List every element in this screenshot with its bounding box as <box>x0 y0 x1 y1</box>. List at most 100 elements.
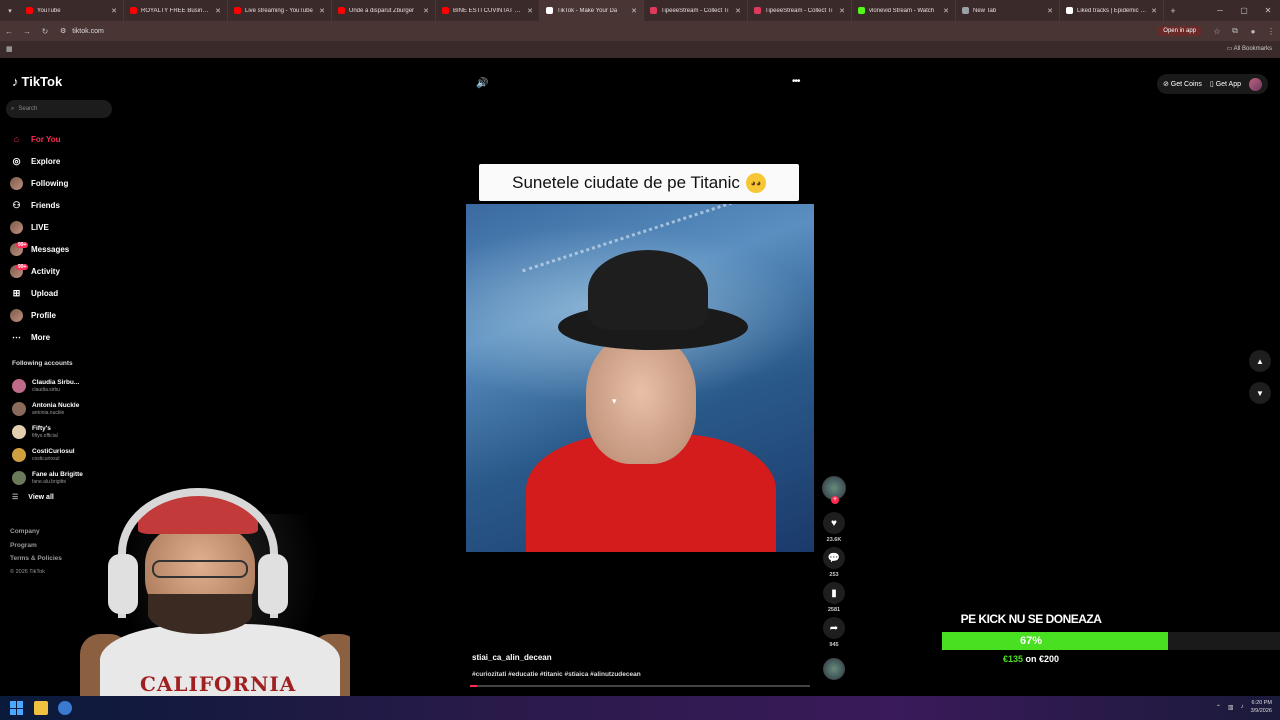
sidebar-item-label: Following <box>31 178 69 188</box>
browser-tab[interactable]: YouTube ✕ <box>20 0 124 21</box>
account-handle: claudia.sirbu <box>32 386 61 393</box>
tab-close-icon[interactable]: ✕ <box>1151 7 1157 15</box>
tab-close-icon[interactable]: ✕ <box>319 7 325 15</box>
user-avatar[interactable] <box>1249 77 1262 91</box>
open-in-app-button[interactable]: Open in app <box>1157 26 1202 36</box>
video-hashtags[interactable]: #curiozitati #educatie #titanic #stiaica… <box>472 671 641 678</box>
browser-menu-icon[interactable]: ⋮ <box>1262 27 1280 36</box>
sidebar-item-following[interactable]: Following <box>10 172 120 194</box>
browser-tab[interactable]: ROYALTY FREE Business M ✕ <box>124 0 228 21</box>
video-author[interactable]: stiai_ca_alin_decean <box>472 653 552 662</box>
tab-close-icon[interactable]: ✕ <box>111 7 117 15</box>
sidebar-item-activity[interactable]: 99+ Activity <box>10 260 120 282</box>
sidebar-item-for-you[interactable]: ⌂ For You <box>10 128 120 150</box>
sidebar-item-label: Messages <box>31 244 70 254</box>
tab-close-icon[interactable]: ✕ <box>631 7 637 15</box>
maximize-button[interactable]: ▢ <box>1232 0 1256 21</box>
comment-action[interactable]: 💬 253 <box>823 547 845 578</box>
close-window-button[interactable]: ✕ <box>1256 0 1280 21</box>
footer-company-link[interactable]: Company <box>10 525 62 539</box>
sidebar-item-profile[interactable]: Profile <box>10 304 120 326</box>
tab-close-icon[interactable]: ✕ <box>215 7 221 15</box>
account-name: Claudia Sirbu... <box>32 378 80 386</box>
upload-icon: ⊞ <box>12 287 21 298</box>
chrome-icon[interactable] <box>58 701 72 715</box>
tray-chevron-up-icon[interactable]: ⌃ <box>1216 704 1221 711</box>
heart-icon[interactable]: ♥ <box>823 512 845 534</box>
save-action[interactable]: ▮ 2581 <box>823 582 845 613</box>
volume-icon[interactable]: 🔊 <box>476 78 488 89</box>
share-action[interactable]: ➦ 945 <box>823 617 845 648</box>
sidebar-item-messages[interactable]: 99+ Messages <box>10 238 120 260</box>
search-input[interactable]: ⌕ Search <box>6 100 112 118</box>
tab-close-icon[interactable]: ✕ <box>527 7 533 15</box>
share-icon[interactable]: ➦ <box>823 617 845 639</box>
system-clock[interactable]: 6:20 PM 3/9/2026 <box>1251 699 1272 715</box>
following-account-item[interactable]: CostiCuriosul costicuriosul <box>12 443 122 466</box>
account-name: CostiCuriosul <box>32 447 75 455</box>
video-player[interactable]: ▾ <box>466 204 814 552</box>
video-progress-bar[interactable] <box>470 685 810 687</box>
comment-icon[interactable]: 💬 <box>823 547 845 569</box>
back-button[interactable]: ← <box>0 27 18 36</box>
browser-tab[interactable]: TipeeeStream - Collect Ti ✕ <box>644 0 748 21</box>
browser-tab[interactable]: Unde a dispărut Zburger ✕ <box>332 0 436 21</box>
following-account-item[interactable]: Antonia Nuckle antonia.nuckle <box>12 397 122 420</box>
file-explorer-icon[interactable] <box>34 701 48 715</box>
url-field[interactable]: ⚙ tiktok.com <box>54 27 1157 36</box>
get-coins-label: Get Coins <box>1170 81 1202 88</box>
sidebar-item-friends[interactable]: ⚇ Friends <box>10 194 120 216</box>
get-app-button[interactable]: ▯ Get App <box>1210 80 1241 88</box>
footer-program-link[interactable]: Program <box>10 539 62 553</box>
windows-start-icon[interactable] <box>10 701 24 715</box>
reload-button[interactable]: ↻ <box>36 27 54 36</box>
tiktok-note-icon: ♪ <box>12 74 19 89</box>
sound-disc-icon[interactable] <box>823 658 845 680</box>
next-video-chevron-down-icon[interactable]: ▼ <box>1249 382 1271 404</box>
address-bar-row: ← → ↻ ⚙ tiktok.com Open in app ☆ ⧉ ● ⋮ <box>0 21 1280 41</box>
bookmark-star-icon[interactable]: ☆ <box>1208 27 1226 36</box>
site-info-icon[interactable]: ⚙ <box>60 27 66 35</box>
creator-avatar[interactable]: + <box>822 476 846 504</box>
browser-tab[interactable]: Live streaming - YouTube ✕ <box>228 0 332 21</box>
browser-tab[interactable]: vlonevid Stream - Watch ✕ <box>852 0 956 21</box>
footer-terms-link[interactable]: Terms & Policies <box>10 552 62 566</box>
more-options-icon[interactable]: ••• <box>792 76 800 87</box>
tab-close-icon[interactable]: ✕ <box>423 7 429 15</box>
headphones-band <box>118 488 278 618</box>
profile-icon[interactable]: ● <box>1244 27 1262 36</box>
get-coins-button[interactable]: ⊘ Get Coins <box>1163 80 1202 88</box>
minimize-button[interactable]: ─ <box>1208 0 1232 21</box>
sidebar-item-more[interactable]: ⋯ More <box>10 326 120 348</box>
browser-tab[interactable]: BINE ESTI CUVINTAT DOI ✕ <box>436 0 540 21</box>
sidebar-item-upload[interactable]: ⊞ Upload <box>10 282 120 304</box>
follow-plus-icon[interactable]: + <box>831 496 839 504</box>
all-bookmarks-button[interactable]: ▭ All Bookmarks <box>1227 45 1272 52</box>
sidebar-item-explore[interactable]: ◎ Explore <box>10 150 120 172</box>
tab-search-icon[interactable]: ▾ <box>0 7 20 15</box>
following-account-item[interactable]: Fifty's fiftys.official <box>12 420 122 443</box>
bookmark-icon[interactable]: ▮ <box>823 582 845 604</box>
extensions-icon[interactable]: ⧉ <box>1226 26 1244 36</box>
tab-close-icon[interactable]: ✕ <box>735 7 741 15</box>
forward-button[interactable]: → <box>18 27 36 36</box>
network-icon[interactable]: ▥ <box>1228 704 1234 711</box>
previous-video-chevron-up-icon[interactable]: ▲ <box>1249 350 1271 372</box>
tab-close-icon[interactable]: ✕ <box>839 7 845 15</box>
sidebar-item-label: LIVE <box>31 222 49 232</box>
sidebar-item-live[interactable]: LIVE <box>10 216 120 238</box>
volume-tray-icon[interactable]: ♪ <box>1241 704 1244 710</box>
browser-tab[interactable]: Liked tracks | Epidemic So ✕ <box>1060 0 1164 21</box>
browser-tab[interactable]: TipeeeStream - Collect Ti ✕ <box>748 0 852 21</box>
like-action[interactable]: ♥ 23.6K <box>823 512 845 543</box>
tab-close-icon[interactable]: ✕ <box>943 7 949 15</box>
browser-tab[interactable]: New Tab ✕ <box>956 0 1060 21</box>
tab-close-icon[interactable]: ✕ <box>1047 7 1053 15</box>
tab-favicon-icon <box>26 7 33 14</box>
donation-progress-bar: 67% <box>942 632 1280 650</box>
tiktok-logo[interactable]: ♪ TikTok <box>12 74 62 89</box>
browser-tab[interactable]: TikTok - Make Your Da ✕ <box>540 0 644 21</box>
following-account-item[interactable]: Claudia Sirbu... claudia.sirbu <box>12 374 122 397</box>
apps-icon[interactable]: ▦ <box>6 45 13 53</box>
new-tab-button[interactable]: + <box>1164 6 1182 16</box>
